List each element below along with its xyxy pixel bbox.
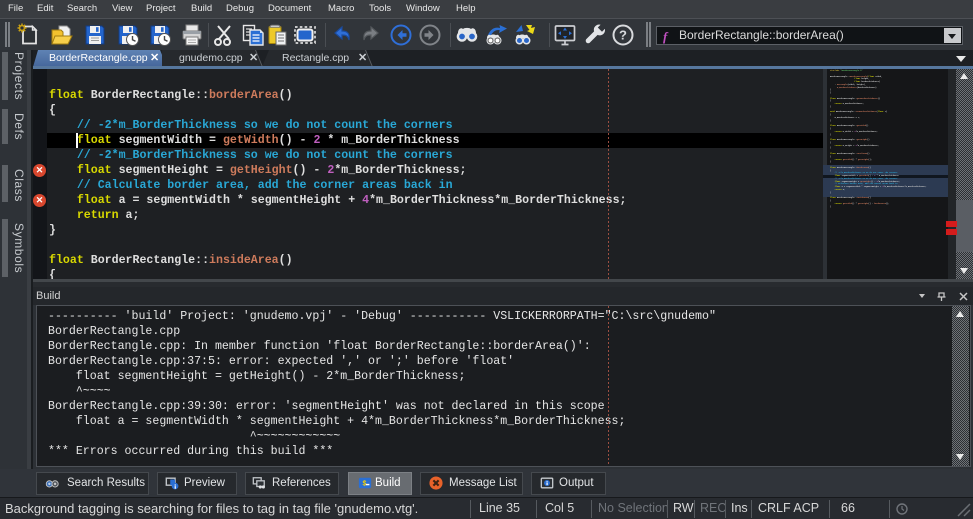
svg-text:?: ? (619, 28, 627, 43)
